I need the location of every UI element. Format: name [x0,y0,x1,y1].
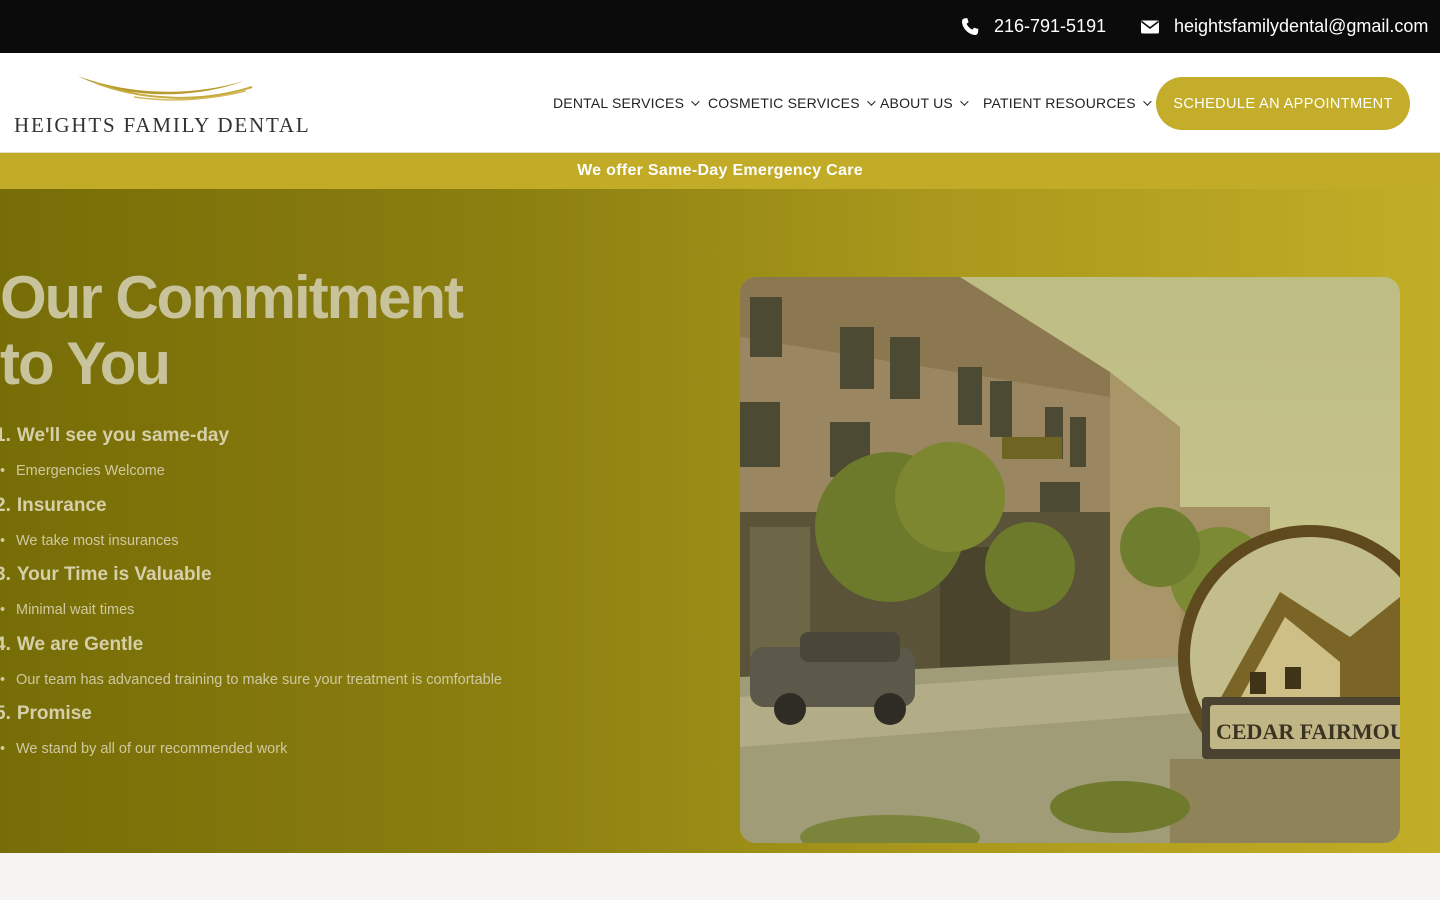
reason-title: 1. We'll see you same-day [0,425,230,446]
nav-dental-services[interactable]: DENTAL SERVICES [553,53,700,153]
chevron-down-icon [1142,97,1152,106]
reason-title: 5. Promise [0,703,92,724]
nav-label: ABOUT US [880,95,953,111]
smile-swoosh-icon [78,76,253,101]
nav-about-us[interactable]: ABOUT US [880,53,969,153]
schedule-appointment-button[interactable]: SCHEDULE AN APPOINTMENT [1156,77,1410,130]
chevron-down-icon [866,97,876,106]
reason-description: We take most insurances [0,533,178,549]
chevron-down-icon [960,97,969,106]
emergency-banner: We offer Same-Day Emergency Care [0,153,1440,189]
reason-title: 2. Insurance [0,495,107,516]
phone-icon [960,17,980,37]
site-header: HEIGHTS FAMILY DENTAL DENTAL SERVICES CO… [0,53,1440,153]
phone-number: 216-791-5191 [994,16,1107,36]
reason-title: 4. We are Gentle [0,634,144,655]
office-building-photo: CEDAR FAIRMOU [740,277,1400,843]
top-contact-bar: 216-791-5191 heightsfamilydental@gmail.c… [0,0,1440,53]
phone-link[interactable]: 216-791-5191 [960,0,1106,53]
nav-label: COSMETIC SERVICES [708,95,860,111]
reason-title: 3. Your Time is Valuable [0,564,212,585]
site-logo[interactable]: HEIGHTS FAMILY DENTAL [14,73,314,139]
nav-label: PATIENT RESOURCES [983,95,1136,111]
reason-description: Emergencies Welcome [0,463,165,479]
reason-description: We stand by all of our recommended work [0,741,287,757]
title-line-1: Our Commitment [0,264,464,331]
commitment-section: Our Commitment to You 1. We'll see you sa… [0,189,1440,853]
nav-cosmetic-services[interactable]: COSMETIC SERVICES [708,53,876,153]
logo-text: HEIGHTS FAMILY DENTAL [14,113,311,137]
nav-patient-resources[interactable]: PATIENT RESOURCES [983,53,1152,153]
section-title: Our Commitment to You [0,265,640,397]
banner-text: We offer Same-Day Emergency Care [577,162,863,179]
chevron-down-icon [691,97,700,106]
envelope-icon [1140,17,1160,37]
nav-label: DENTAL SERVICES [553,95,685,111]
reason-description: Minimal wait times [0,602,134,618]
office-photo-illustration: CEDAR FAIRMOU [740,277,1400,843]
email-address: heightsfamilydental@gmail.com [1174,16,1429,36]
photo-sign-text: CEDAR FAIRMOU [1216,719,1400,744]
email-link[interactable]: heightsfamilydental@gmail.com [1140,0,1428,53]
title-line-2: to You [0,330,171,397]
reason-description: Our team has advanced training to make s… [0,672,502,688]
page-bottom-strip [0,853,1440,900]
